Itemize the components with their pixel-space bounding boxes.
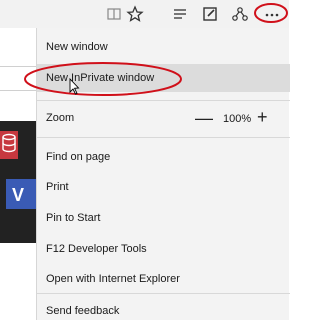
- favorites-star-icon[interactable]: [125, 4, 145, 24]
- page-content-behind-menu: V: [0, 28, 36, 320]
- menu-separator: [37, 293, 290, 294]
- menu-item-new-window[interactable]: New window: [46, 41, 108, 53]
- content-divider: [0, 90, 36, 91]
- app-tiles-image: V: [0, 131, 36, 209]
- share-icon[interactable]: [230, 4, 250, 24]
- web-note-icon[interactable]: [200, 4, 220, 24]
- zoom-out-button[interactable]: —: [195, 109, 213, 127]
- menu-item-print[interactable]: Print: [46, 181, 69, 193]
- zoom-in-button[interactable]: +: [257, 108, 268, 126]
- menu-item-f12-developer-tools[interactable]: F12 Developer Tools: [46, 243, 147, 255]
- hub-icon[interactable]: [170, 4, 190, 24]
- menu-item-send-feedback[interactable]: Send feedback: [46, 305, 119, 317]
- content-thumbnail: V: [0, 121, 36, 243]
- menu-separator: [37, 100, 290, 101]
- svg-text:V: V: [12, 185, 24, 205]
- more-actions-icon[interactable]: [262, 4, 282, 24]
- reading-view-icon[interactable]: [104, 4, 124, 24]
- zoom-level: 100%: [223, 113, 252, 125]
- browser-toolbar: [0, 0, 289, 28]
- menu-separator: [37, 137, 290, 138]
- menu-item-pin-to-start[interactable]: Pin to Start: [46, 212, 100, 224]
- zoom-label: Zoom: [46, 112, 75, 124]
- more-actions-menu: New window New InPrivate window Zoom — 1…: [36, 28, 290, 320]
- menu-item-open-with-internet-explorer[interactable]: Open with Internet Explorer: [46, 273, 180, 285]
- content-divider: [0, 66, 36, 67]
- menu-item-new-inprivate-window[interactable]: New InPrivate window: [46, 72, 154, 84]
- menu-item-find-on-page[interactable]: Find on page: [46, 151, 110, 163]
